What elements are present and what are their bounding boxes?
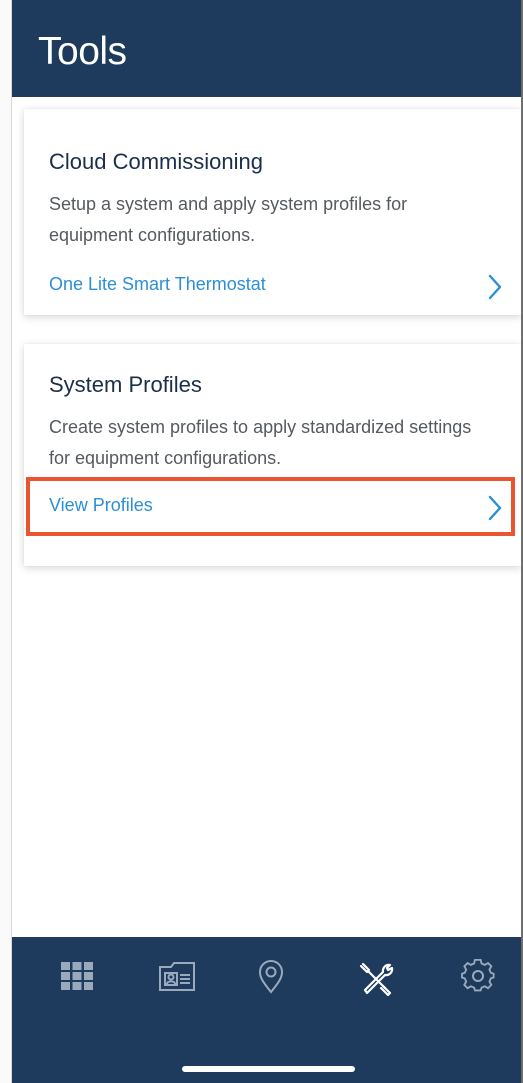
page-title: Tools: [38, 30, 127, 73]
card-description: Create system profiles to apply standard…: [49, 417, 472, 468]
tools-content: Cloud Commissioning Setup a system and a…: [12, 97, 521, 937]
chevron-right-icon: [488, 495, 502, 521]
link-label: View Profiles: [49, 495, 153, 515]
view-profiles-link[interactable]: View Profiles: [24, 480, 521, 536]
location-pin-icon: [258, 960, 284, 994]
tools-screen: Tools Cloud Commissioning Setup a system…: [12, 0, 521, 1083]
header-bar: Tools: [12, 0, 521, 97]
system-profiles-card: System Profiles Create system profiles t…: [24, 344, 521, 566]
tab-settings[interactable]: [450, 959, 506, 1007]
card-title: System Profiles: [49, 372, 202, 397]
grid-icon: [61, 962, 93, 990]
chevron-right-icon: [488, 274, 502, 300]
cloud-commissioning-card: Cloud Commissioning Setup a system and a…: [24, 109, 521, 315]
left-frame-edge: [0, 0, 12, 1083]
tab-tools[interactable]: [349, 959, 405, 1007]
tab-dashboard[interactable]: [49, 959, 105, 1007]
gear-icon: [461, 959, 495, 992]
card-description: Setup a system and apply system profiles…: [49, 194, 408, 245]
tools-icon: [359, 962, 394, 997]
bottom-tab-bar: [12, 937, 521, 1083]
home-indicator: [182, 1066, 355, 1072]
id-card-icon: [159, 962, 195, 991]
tab-locations[interactable]: [243, 959, 299, 1007]
tab-contacts[interactable]: [149, 959, 205, 1007]
link-label: One Lite Smart Thermostat: [49, 274, 266, 294]
one-lite-smart-thermostat-link[interactable]: One Lite Smart Thermostat: [24, 259, 521, 315]
card-title: Cloud Commissioning: [49, 149, 263, 174]
